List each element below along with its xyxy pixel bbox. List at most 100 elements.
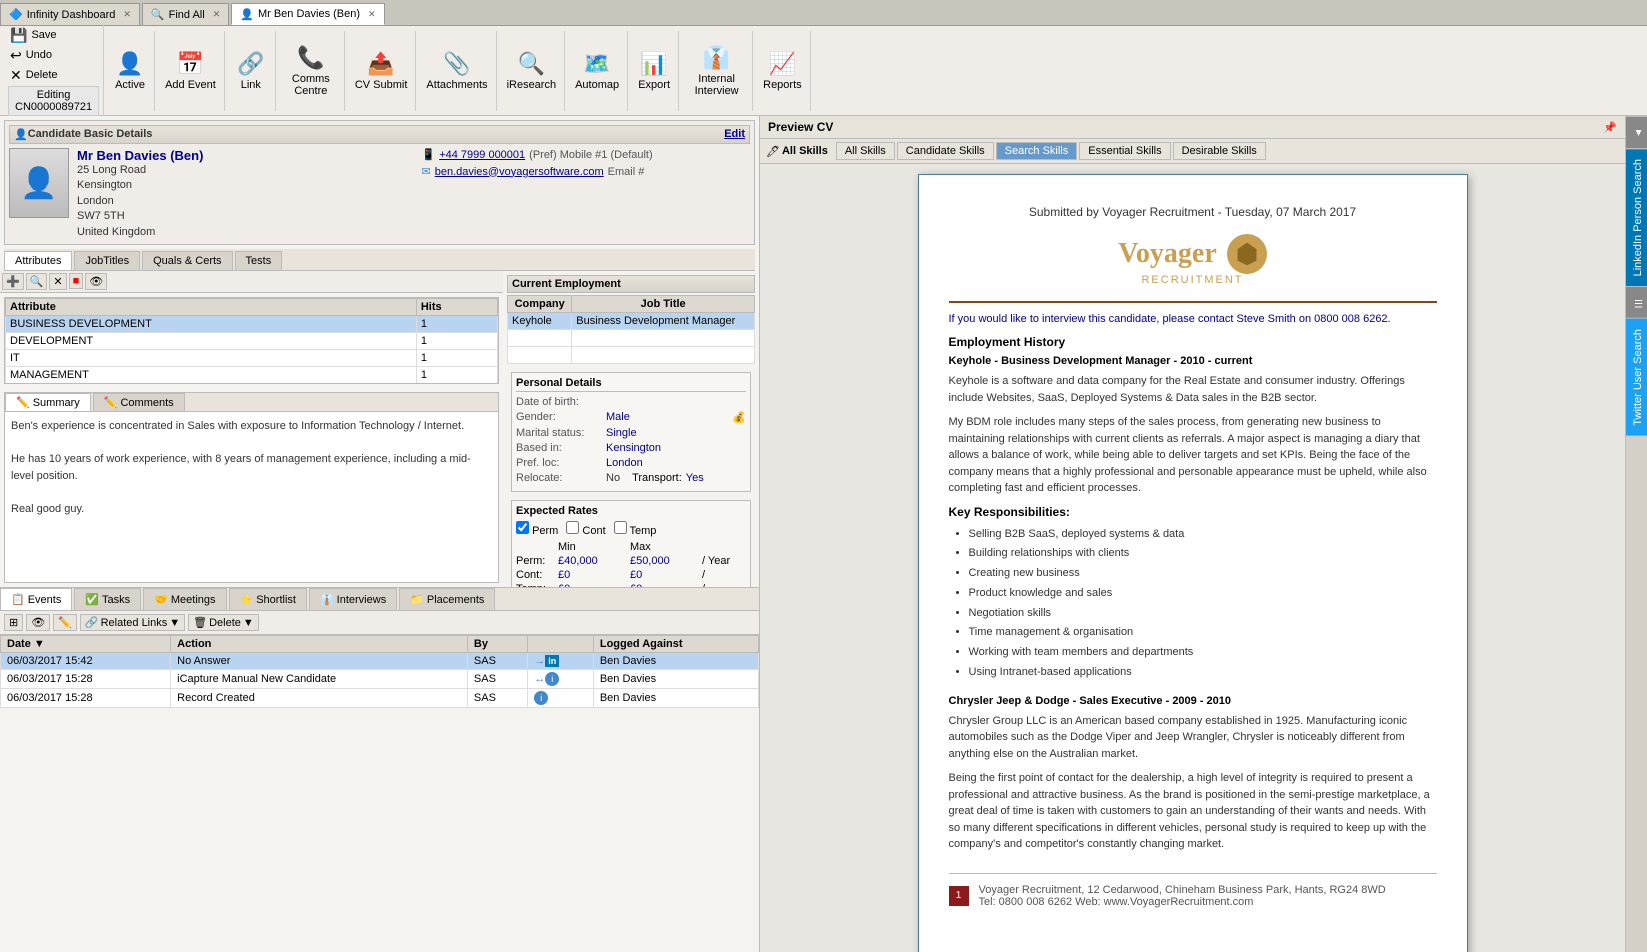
event-row[interactable]: 06/03/2017 15:42 No Answer SAS →in Ben D… xyxy=(1,653,759,670)
event-action: No Answer xyxy=(171,653,468,670)
event-date: 06/03/2017 15:42 xyxy=(1,653,171,670)
tab-comments[interactable]: ✏️ Comments xyxy=(93,393,185,411)
attr-btn4[interactable]: ■ xyxy=(69,273,84,289)
logged-col-header[interactable]: Logged Against xyxy=(593,636,758,653)
summary-section: ✏️ Summary ✏️ Comments Ben's experience … xyxy=(4,392,499,583)
attachments-button[interactable]: 📎 Attachments xyxy=(422,49,491,93)
event-row[interactable]: 06/03/2017 15:28 Record Created SAS i Be… xyxy=(1,689,759,708)
cv-job1-header: Keyhole - Business Development Manager -… xyxy=(949,355,1437,367)
attribute-row[interactable]: IT1 xyxy=(6,349,498,366)
tab-quals-certs[interactable]: Quals & Certs xyxy=(142,251,232,270)
related-links-button[interactable]: 🔗 Related Links ▼ xyxy=(80,614,185,631)
temp-checkbox[interactable] xyxy=(614,521,627,534)
linkedin-button[interactable]: LinkedIn Person Search xyxy=(1626,148,1647,286)
edit-button[interactable]: ✏️ xyxy=(53,614,77,631)
cv-logo: Voyager RECRUITMENT xyxy=(949,234,1437,286)
perm-checkbox[interactable] xyxy=(516,521,529,534)
cont-checkbox[interactable] xyxy=(566,521,579,534)
pin-icon[interactable]: 📌 xyxy=(1603,121,1617,134)
tab-shortlist[interactable]: ⭐ Shortlist xyxy=(229,588,307,610)
tab-attributes[interactable]: Attributes xyxy=(4,251,72,270)
cont-min: £0 xyxy=(558,569,628,581)
comms-centre-button[interactable]: 📞 Comms Centre xyxy=(282,43,340,99)
arrow-icon: → xyxy=(534,655,545,667)
employment-row[interactable]: Keyhole Business Development Manager xyxy=(508,312,755,329)
tab-infinity-dashboard[interactable]: 🔷 Infinity Dashboard ✕ xyxy=(0,3,140,25)
cv-key-resp-title: Key Responsibilities: xyxy=(949,505,1437,519)
skill-tab-search[interactable]: Search Skills xyxy=(996,142,1078,160)
attributes-toolbar: ➕ 🔍 ✕ ■ 👁 xyxy=(0,271,503,293)
address-line4: SW7 5TH xyxy=(77,209,406,224)
attribute-row[interactable]: DEVELOPMENT1 xyxy=(6,332,498,349)
tab-meetings[interactable]: 🤝 Meetings xyxy=(143,588,226,610)
skill-tab-all[interactable]: All Skills xyxy=(836,142,895,160)
cont-checkbox-label[interactable]: Cont xyxy=(566,521,605,537)
arrow-col-header xyxy=(528,636,594,653)
active-button[interactable]: 👤 Active xyxy=(110,49,150,93)
attr-btn5[interactable]: 👁 xyxy=(85,273,107,290)
iresearch-icon: 🔍 xyxy=(518,51,545,77)
email-link[interactable]: ben.davies@voyagersoftware.com xyxy=(435,166,604,178)
shortlist-tab-label: Shortlist xyxy=(256,594,296,606)
tab-jobtitles[interactable]: JobTitles xyxy=(74,251,140,270)
tab-find-all[interactable]: 🔍 Find All ✕ xyxy=(142,3,229,25)
phone-link[interactable]: +44 7999 000001 xyxy=(439,149,525,161)
tab-close[interactable]: ✕ xyxy=(213,9,221,20)
attribute-row[interactable]: MANAGEMENT1 xyxy=(6,366,498,383)
tab-tasks[interactable]: ✅ Tasks xyxy=(74,588,141,610)
cv-divider xyxy=(949,301,1437,303)
grid-view-button[interactable]: ⊞ xyxy=(4,614,23,631)
edit-link[interactable]: Edit xyxy=(724,128,745,141)
middle-icon[interactable]: ☰ xyxy=(1626,286,1647,318)
search-attr-button[interactable]: 🔍 xyxy=(26,273,48,290)
action-col-header[interactable]: Action xyxy=(171,636,468,653)
by-col-header[interactable]: By xyxy=(467,636,527,653)
transport-label: Transport: xyxy=(632,472,682,484)
avatar-image: 👤 xyxy=(10,149,68,217)
email-note: Email # xyxy=(608,166,645,178)
left-mid: ➕ 🔍 ✕ ■ 👁 Attribute Hits xyxy=(0,271,503,588)
event-by: SAS xyxy=(467,689,527,708)
iresearch-button[interactable]: 🔍 iResearch xyxy=(503,49,561,93)
perm-checkbox-label[interactable]: Perm xyxy=(516,521,558,537)
attribute-row[interactable]: BUSINESS DEVELOPMENT1 xyxy=(6,315,498,332)
save-button[interactable]: 💾 Save xyxy=(8,26,99,45)
events-table-container: Date ▼ Action By Logged Against 06/03/20… xyxy=(0,635,759,952)
scroll-up-button[interactable]: ▲ xyxy=(1626,116,1647,148)
undo-button[interactable]: ↩ Undo xyxy=(8,46,99,65)
tab-interviews[interactable]: 👔 Interviews xyxy=(309,588,397,610)
undo-icon: ↩ xyxy=(10,47,22,64)
attribute-row[interactable]: SYSTEMS2 xyxy=(6,383,498,384)
add-attr-button[interactable]: ➕ xyxy=(2,273,24,290)
internal-interview-button[interactable]: 👔 Internal Interview xyxy=(685,43,748,99)
comms-centre-icon: 📞 xyxy=(297,45,324,71)
automap-button[interactable]: 🗺️ Automap xyxy=(571,49,623,93)
cv-job1-period: 2010 - current xyxy=(1180,355,1252,367)
cv-submit-button[interactable]: 📤 CV Submit xyxy=(351,49,412,93)
tab-placements[interactable]: 📁 Placements xyxy=(399,588,495,610)
delete-events-button[interactable]: 🗑 Delete ▼ xyxy=(188,614,259,631)
export-button[interactable]: 📊 Export xyxy=(634,49,674,93)
skill-tab-desirable[interactable]: Desirable Skills xyxy=(1173,142,1266,160)
twitter-button[interactable]: Twitter User Search xyxy=(1626,318,1647,436)
reports-button[interactable]: 📈 Reports xyxy=(759,49,806,93)
tab-tests[interactable]: Tests xyxy=(235,251,283,270)
tab-close[interactable]: ✕ xyxy=(123,9,131,20)
date-col-header[interactable]: Date ▼ xyxy=(1,636,171,653)
tab-close[interactable]: ✕ xyxy=(368,9,376,20)
gender-row: Gender: Male 💰 xyxy=(516,411,746,424)
remove-attr-button[interactable]: ✕ xyxy=(49,273,66,290)
hits-cell: 1 xyxy=(416,315,497,332)
skill-tab-essential[interactable]: Essential Skills xyxy=(1079,142,1170,160)
eye-button[interactable]: 👁 xyxy=(26,614,50,631)
tab-summary[interactable]: ✏️ Summary xyxy=(5,393,91,411)
skill-tab-candidate[interactable]: Candidate Skills xyxy=(897,142,994,160)
delete-button[interactable]: ✕ Delete xyxy=(8,66,99,85)
tab-ben-davies[interactable]: 👤 Mr Ben Davies (Ben) ✕ xyxy=(231,3,384,25)
link-button[interactable]: 🔗 Link xyxy=(231,49,271,93)
event-row[interactable]: 06/03/2017 15:28 iCapture Manual New Can… xyxy=(1,670,759,689)
tab-events[interactable]: 📋 Events xyxy=(0,588,72,610)
temp-checkbox-label[interactable]: Temp xyxy=(614,521,657,537)
add-event-button[interactable]: 📅 Add Event xyxy=(161,49,220,93)
employment-row-empty2 xyxy=(508,346,755,363)
